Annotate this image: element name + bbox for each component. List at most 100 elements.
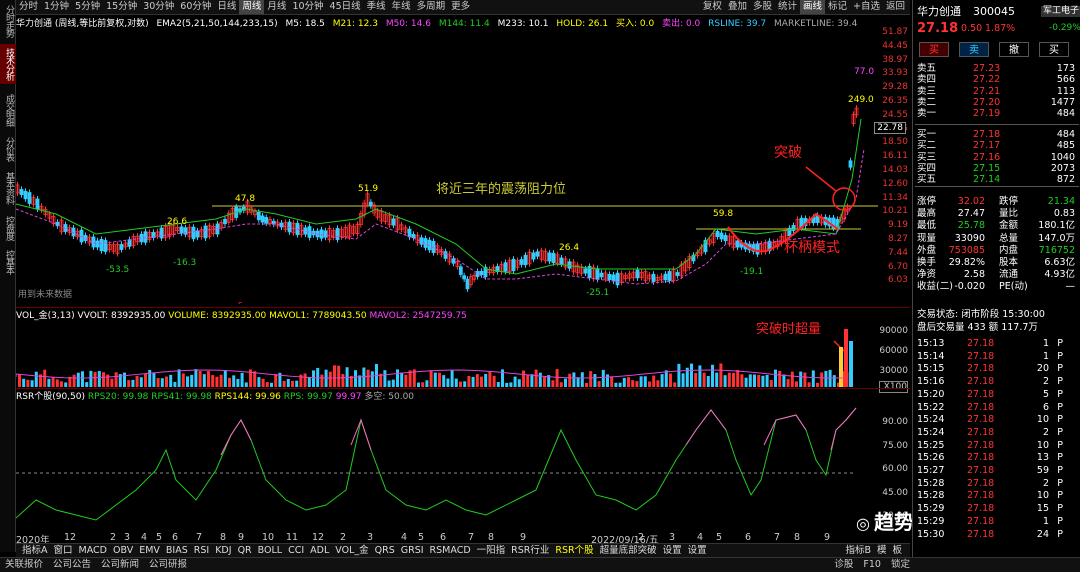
vol-scale-2: 30000 <box>879 366 908 376</box>
volume-bar <box>97 371 101 387</box>
indicator-tab[interactable]: 一阳指 <box>474 544 509 557</box>
period-tab[interactable]: 多周期 <box>414 0 449 14</box>
volume-bar <box>240 372 244 387</box>
rsr-scale-1: 75.00 <box>882 440 908 451</box>
leftbar-tab-0[interactable]: 分时走势 <box>0 2 16 40</box>
buy2-button[interactable]: 买 <box>1039 42 1069 57</box>
period-tab[interactable]: 10分钟 <box>289 0 326 14</box>
period-tab[interactable]: 更多 <box>448 0 473 14</box>
orderbook-buy-row[interactable]: 买四 27.15 2073 <box>913 163 1080 174</box>
tool-mark-button[interactable]: 标记 <box>825 0 850 14</box>
candlestick-chart[interactable]: 将近三年的震荡阻力位 突破 杯柄模式 用到未来数据 s 47.8 26.6 -5… <box>15 27 910 310</box>
tool-back-button[interactable]: 返回 <box>883 0 908 14</box>
leftbar-tab-3[interactable]: 分价表 <box>0 134 16 164</box>
tool-watchlist-button[interactable]: +自选 <box>850 0 883 14</box>
indicator-tab[interactable]: EMV <box>136 544 163 557</box>
volume-bar <box>559 382 563 387</box>
status-announcement-link[interactable]: 公司公告 <box>48 558 96 572</box>
period-tab[interactable]: 60分钟 <box>177 0 214 14</box>
orderbook-buy-row[interactable]: 买二 27.17 485 <box>913 140 1080 151</box>
leftbar-tab-5[interactable]: 控盘度 <box>0 212 16 244</box>
time-tick: 2 <box>340 532 347 543</box>
indicator-tab[interactable]: CCI <box>285 544 307 557</box>
tool-draw-button[interactable]: 画线 <box>799 0 825 14</box>
orderbook-buy-row[interactable]: 买三 27.16 1040 <box>913 152 1080 163</box>
cancel-button[interactable]: 撤 <box>999 42 1029 57</box>
sell-button[interactable]: 卖 <box>959 42 989 57</box>
indicator-tab[interactable]: ADL <box>307 544 332 557</box>
indicator-tab[interactable]: RSI <box>191 544 212 557</box>
leftbar-tab-4[interactable]: 基本资料 <box>0 166 16 210</box>
leftbar-tab-6[interactable]: 控基本 <box>0 246 16 278</box>
tool-fuquan-button[interactable]: 复权 <box>700 0 725 14</box>
indicator-tab[interactable]: MACD <box>76 544 110 557</box>
orderbook-sell-row[interactable]: 卖三 27.21 113 <box>913 86 1080 97</box>
tool-overlay-button[interactable]: 叠加 <box>725 0 750 14</box>
candle-body <box>607 274 612 280</box>
indicator-tab[interactable]: 窗口 <box>51 544 76 557</box>
indicator-tab[interactable]: GRSI <box>398 544 427 557</box>
tool-multi-button[interactable]: 多股 <box>750 0 775 14</box>
period-tab[interactable]: 1分钟 <box>41 0 72 14</box>
indicator-tab[interactable]: BOLL <box>255 544 285 557</box>
orderbook-sell-row[interactable]: 卖二 27.20 1477 <box>913 97 1080 108</box>
volume-bar <box>307 377 311 387</box>
volume-bar <box>43 369 47 387</box>
tool-stats-button[interactable]: 统计 <box>775 0 800 14</box>
period-tab[interactable]: 年线 <box>389 0 414 14</box>
rsr-line <box>16 407 857 521</box>
indicator-tab[interactable]: QR <box>235 544 255 557</box>
volume-bar <box>475 374 479 387</box>
status-lock-button[interactable]: 锁定 <box>886 558 915 572</box>
leftbar-tab-1[interactable]: 技术分析 <box>0 44 16 84</box>
indicator-tab[interactable]: OBV <box>110 544 136 557</box>
candle-body <box>335 228 340 240</box>
orderbook-sell-row[interactable]: 卖四 27.22 566 <box>913 74 1080 85</box>
indicator-tab[interactable]: RSR行业 <box>508 544 552 557</box>
sector-name[interactable]: 军工电子 <box>1041 6 1080 17</box>
period-tab[interactable]: 日线 <box>214 0 239 14</box>
indicator-tab[interactable]: 超量底部突破 <box>597 544 660 557</box>
candle-body <box>535 251 540 257</box>
volume-bar <box>593 374 597 387</box>
status-quote-link[interactable]: 关联报价 <box>0 558 48 572</box>
indicator-tab[interactable]: KDJ <box>212 544 234 557</box>
volume-bar <box>820 372 824 387</box>
orderbook-buy-row[interactable]: 买五 27.14 872 <box>913 174 1080 185</box>
status-f10-button[interactable]: F10 <box>858 558 886 572</box>
breakout-annotation: 突破 <box>774 145 802 161</box>
buy-button[interactable]: 买 <box>919 42 949 57</box>
time-tick: 8 <box>488 532 495 543</box>
status-research-link[interactable]: 公司研报 <box>144 558 192 572</box>
period-tab[interactable]: 分时 <box>16 0 41 14</box>
indicator-tab[interactable]: QRS <box>372 544 398 557</box>
ema-param[interactable]: EMA2(5,21,50,144,233,15) <box>156 19 277 29</box>
leftbar-tab-2[interactable]: 成交明细 <box>0 88 16 132</box>
period-tab[interactable]: 15分钟 <box>103 0 140 14</box>
volume-chart[interactable]: VOL_金(3,13) VVOLT: 8392935.00 VOLUME: 83… <box>16 307 910 393</box>
status-news-link[interactable]: 公司新闻 <box>96 558 144 572</box>
orderbook-sell-row[interactable]: 卖五 27.23 173 <box>913 63 1080 74</box>
period-tab[interactable]: 季线 <box>364 0 389 14</box>
period-tab-weekly[interactable]: 周线 <box>239 0 265 14</box>
indicator-tab[interactable]: RSR个股 <box>552 544 596 557</box>
orderbook-sell-row[interactable]: 卖一 27.19 484 <box>913 108 1080 119</box>
tab-mode[interactable]: 模 <box>874 544 890 557</box>
period-tab[interactable]: 30分钟 <box>140 0 177 14</box>
tab-board[interactable]: 板 <box>889 544 905 557</box>
candle-body <box>223 218 227 225</box>
status-diagnose-button[interactable]: 诊股 <box>829 558 858 572</box>
period-tab[interactable]: 45日线 <box>327 0 364 14</box>
orderbook-buy-row[interactable]: 买一 27.18 484 <box>913 129 1080 140</box>
volume-bar <box>601 369 605 387</box>
rsr-chart[interactable]: RSR个股(90,50) RPS20: 99.98 RPS41: 99.98 R… <box>16 388 910 533</box>
indicator-tab[interactable]: RSMACD <box>427 544 474 557</box>
indicator-tab[interactable]: 指标A <box>19 544 51 557</box>
indicator-tab[interactable]: 设置 <box>685 544 710 557</box>
indicator-tab[interactable]: 设置 <box>660 544 685 557</box>
indicator-tab[interactable]: BIAS <box>163 544 191 557</box>
period-tab[interactable]: 月线 <box>264 0 289 14</box>
indicator-tab[interactable]: VOL_金 <box>332 544 371 557</box>
period-tab[interactable]: 5分钟 <box>72 0 103 14</box>
tab-indicator-b[interactable]: 指标B <box>842 544 874 557</box>
